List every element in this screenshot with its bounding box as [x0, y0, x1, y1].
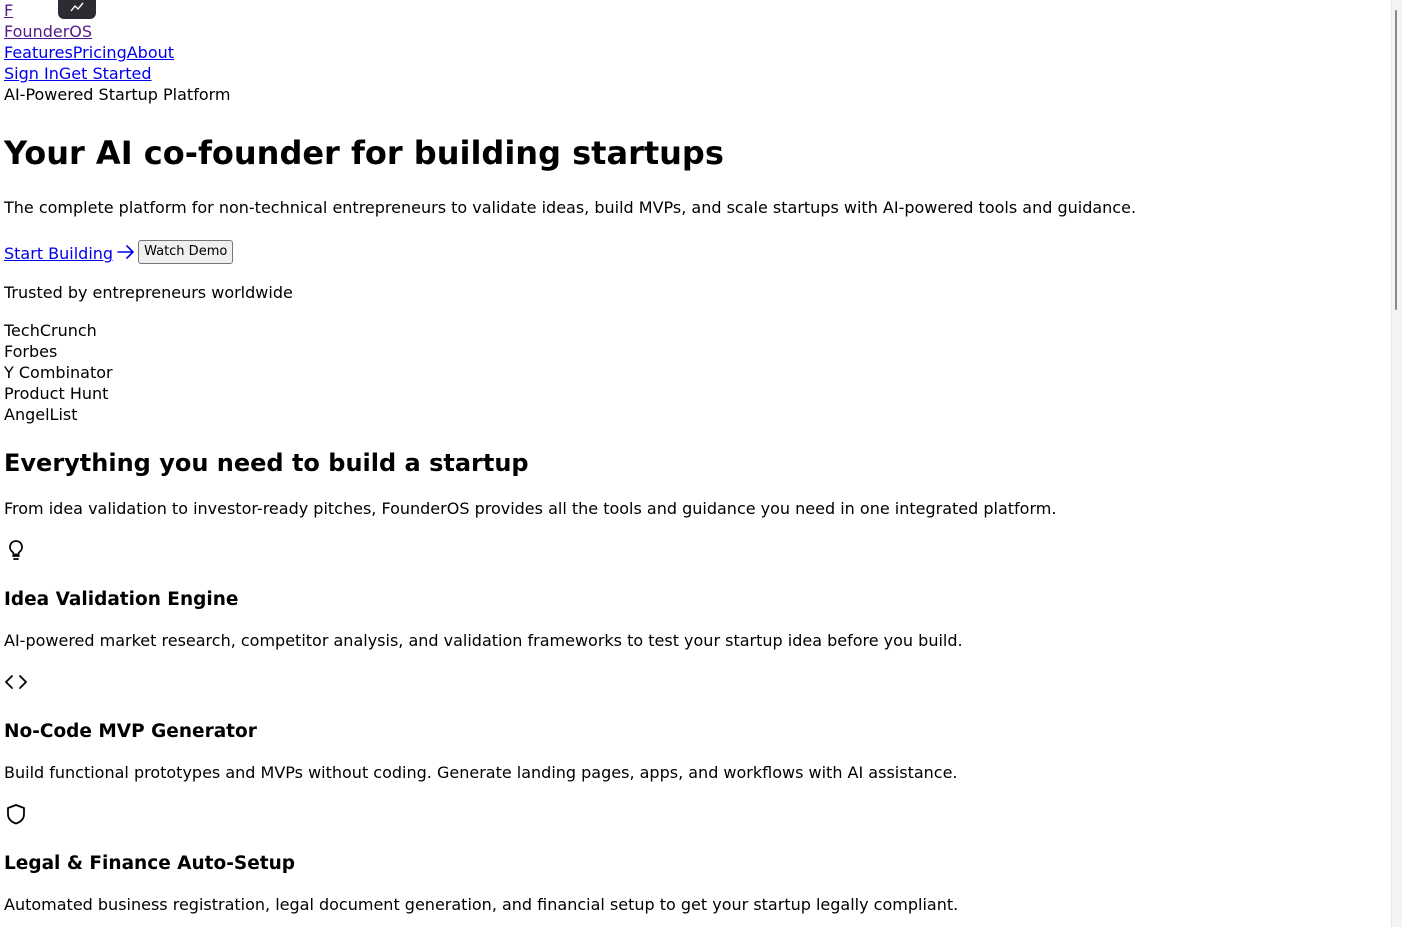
feature-title-legal-finance: Legal & Finance Auto-Setup	[4, 853, 296, 874]
landing-page: F FounderOS FeaturesPricingAbout Sign In…	[0, 0, 1392, 927]
feature-title-mvp-generator: No-Code MVP Generator	[4, 721, 257, 742]
vertical-scrollbar[interactable]	[1391, 0, 1402, 927]
trusted-logos: TechCrunch Forbes Y Combinator Product H…	[4, 320, 113, 425]
floating-widget[interactable]	[58, 0, 96, 19]
sparkle-icon	[70, 2, 84, 11]
nav-link-about[interactable]: About	[127, 43, 174, 62]
nav-link-features[interactable]: Features	[4, 43, 73, 62]
logo-techcrunch: TechCrunch	[4, 321, 97, 340]
logo-mark[interactable]: F	[4, 1, 13, 20]
code-icon	[5, 675, 27, 689]
lightbulb-icon	[9, 540, 23, 560]
hero-cta-row: Start Building Watch Demo	[4, 240, 234, 264]
start-building-label: Start Building	[4, 244, 114, 263]
logo-row: F	[4, 0, 1392, 21]
sign-in-link[interactable]: Sign In	[4, 64, 59, 83]
logo-y-combinator: Y Combinator	[4, 363, 113, 382]
get-started-link[interactable]: Get Started	[59, 64, 152, 83]
nav-links: FeaturesPricingAbout	[4, 42, 1392, 63]
logo-product-hunt: Product Hunt	[4, 384, 109, 403]
brand-name-link[interactable]: FounderOS	[4, 22, 92, 41]
watch-demo-button[interactable]: Watch Demo	[138, 240, 234, 264]
trusted-label: Trusted by entrepreneurs worldwide	[4, 283, 293, 302]
shield-icon	[7, 804, 25, 825]
hero-title: Your AI co-founder for building startups	[4, 134, 724, 172]
feature-desc-mvp-generator: Build functional prototypes and MVPs wit…	[4, 763, 958, 782]
scrollbar-thumb[interactable]	[1395, 10, 1397, 310]
auth-links: Sign InGet Started	[4, 63, 1392, 84]
hero-badge: AI-Powered Startup Platform	[4, 85, 231, 104]
nav-link-pricing[interactable]: Pricing	[73, 43, 127, 62]
features-subtitle: From idea validation to investor-ready p…	[4, 499, 1057, 518]
feature-desc-legal-finance: Automated business registration, legal d…	[4, 895, 959, 914]
feature-desc-idea-validation: AI-powered market research, competitor a…	[4, 631, 963, 650]
brand-row: FounderOS	[4, 21, 1392, 42]
arrow-right-icon	[117, 245, 134, 259]
logo-angellist: AngelList	[4, 405, 78, 424]
start-building-button[interactable]: Start Building	[4, 243, 113, 264]
hero-subtitle: The complete platform for non-technical …	[4, 198, 1137, 217]
features-title: Everything you need to build a startup	[4, 449, 529, 477]
feature-title-idea-validation: Idea Validation Engine	[4, 589, 239, 610]
logo-forbes: Forbes	[4, 342, 58, 361]
